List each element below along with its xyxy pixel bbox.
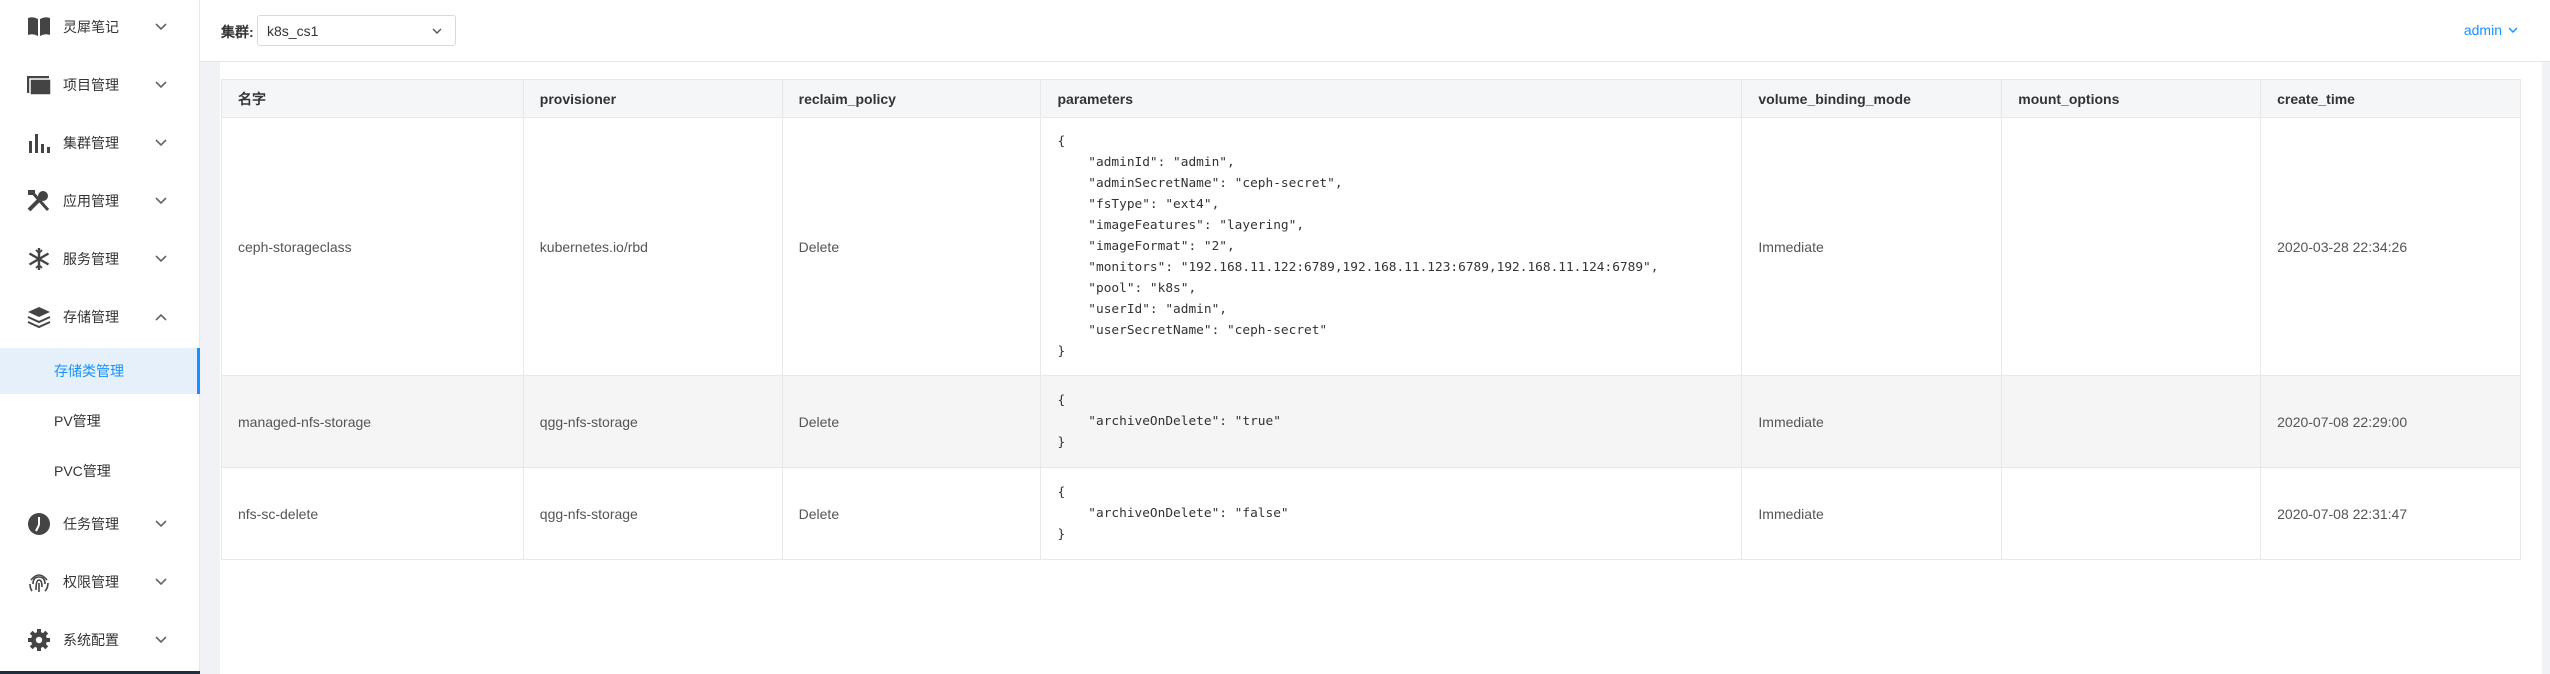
sidebar: 灵犀笔记 项目管理 集群管理 应用管理 服务管理 存储管理 存储类管理 PV管理… — [0, 0, 200, 674]
book-icon — [25, 13, 53, 41]
sidebar-item-projects[interactable]: 项目管理 — [0, 62, 200, 108]
sidebar-item-apps[interactable]: 应用管理 — [0, 178, 200, 224]
sidebar-subitem-label: 存储类管理 — [54, 363, 124, 379]
chevron-down-icon — [154, 78, 168, 92]
bar-chart-icon — [25, 129, 53, 157]
cell-mount-options — [2001, 117, 2262, 376]
chevron-up-icon — [154, 310, 168, 324]
cell-name: managed-nfs-storage — [221, 375, 524, 468]
sidebar-item-permissions[interactable]: 权限管理 — [0, 559, 200, 605]
sidebar-item-label: 服务管理 — [63, 251, 119, 267]
cell-parameters: { "adminId": "admin", "adminSecretName":… — [1040, 117, 1743, 376]
cell-create-time: 2020-07-08 22:31:47 — [2260, 467, 2521, 560]
cell-name: nfs-sc-delete — [221, 467, 524, 560]
chevron-down-icon — [154, 517, 168, 531]
column-header-name: 名字 — [221, 79, 524, 118]
storageclass-table: 名字 provisioner reclaim_policy parameters… — [221, 79, 2521, 560]
sidebar-item-label: 任务管理 — [63, 516, 119, 532]
sidebar-subitem-label: PVC管理 — [54, 463, 111, 479]
column-header-create-time: create_time — [2260, 79, 2521, 118]
sidebar-item-label: 灵犀笔记 — [63, 19, 119, 35]
cell-volume-binding-mode: Immediate — [1741, 467, 2003, 560]
cell-provisioner: qgg-nfs-storage — [522, 467, 783, 560]
sidebar-item-label: 项目管理 — [63, 77, 119, 93]
gear-icon — [25, 626, 53, 654]
cell-parameters: { "archiveOnDelete": "false" } — [1040, 467, 1743, 560]
chevron-down-icon — [154, 575, 168, 589]
user-name: admin — [2463, 22, 2502, 38]
top-header: 集群: k8s_cs1 admin — [200, 0, 2550, 62]
table-header-row: 名字 provisioner reclaim_policy parameters… — [221, 79, 2521, 118]
snowflake-icon — [25, 245, 53, 273]
right-gutter — [2542, 62, 2550, 674]
layers-icon — [25, 303, 53, 331]
cell-create-time: 2020-07-08 22:29:00 — [2260, 375, 2521, 468]
column-header-volume-binding-mode: volume_binding_mode — [1741, 79, 2003, 118]
sidebar-item-tasks[interactable]: 任务管理 — [0, 501, 200, 547]
cell-mount-options — [2001, 467, 2262, 560]
sidebar-subitem-pv[interactable]: PV管理 — [0, 398, 200, 444]
cell-reclaim-policy: Delete — [781, 375, 1042, 468]
sidebar-item-label: 应用管理 — [63, 193, 119, 209]
cell-parameters: { "archiveOnDelete": "true" } — [1040, 375, 1743, 468]
task-icon — [25, 510, 53, 538]
sidebar-item-label: 集群管理 — [63, 135, 119, 151]
cluster-select[interactable]: k8s_cs1 — [257, 15, 456, 46]
cell-volume-binding-mode: Immediate — [1741, 117, 2003, 376]
table-row: managed-nfs-storage qgg-nfs-storage Dele… — [221, 375, 2521, 468]
sidebar-item-clusters[interactable]: 集群管理 — [0, 120, 200, 166]
table-row: nfs-sc-delete qgg-nfs-storage Delete { "… — [221, 467, 2521, 560]
chevron-down-icon — [154, 252, 168, 266]
chevron-down-icon — [431, 25, 443, 37]
cell-provisioner: kubernetes.io/rbd — [522, 117, 783, 376]
column-header-parameters: parameters — [1040, 79, 1743, 118]
user-menu[interactable]: admin — [2464, 22, 2518, 38]
cell-provisioner: qgg-nfs-storage — [522, 375, 783, 468]
sidebar-subitem-storageclass[interactable]: 存储类管理 — [0, 348, 200, 394]
parameters-json: { "archiveOnDelete": "true" } — [1057, 393, 1281, 450]
sidebar-item-services[interactable]: 服务管理 — [0, 236, 200, 282]
column-header-reclaim-policy: reclaim_policy — [781, 79, 1042, 118]
cluster-label: 集群: — [221, 24, 254, 40]
column-header-mount-options: mount_options — [2001, 79, 2262, 118]
sidebar-subitem-label: PV管理 — [54, 413, 101, 429]
sidebar-item-notes[interactable]: 灵犀笔记 — [0, 4, 200, 50]
sidebar-item-label: 系统配置 — [63, 632, 119, 648]
chevron-down-icon — [2508, 25, 2518, 35]
sidebar-item-label: 权限管理 — [63, 574, 119, 590]
cell-reclaim-policy: Delete — [781, 467, 1042, 560]
chevron-down-icon — [154, 136, 168, 150]
fingerprint-icon — [25, 568, 53, 596]
chevron-down-icon — [154, 194, 168, 208]
cell-name: ceph-storageclass — [221, 117, 524, 376]
table-row: ceph-storageclass kubernetes.io/rbd Dele… — [221, 117, 2521, 376]
cell-volume-binding-mode: Immediate — [1741, 375, 2003, 468]
sidebar-item-settings[interactable]: 系统配置 — [0, 617, 200, 663]
sidebar-subitem-pvc[interactable]: PVC管理 — [0, 448, 200, 494]
cluster-select-value: k8s_cs1 — [267, 22, 319, 39]
chevron-down-icon — [154, 633, 168, 647]
cell-create-time: 2020-03-28 22:34:26 — [2260, 117, 2521, 376]
sidebar-item-storage[interactable]: 存储管理 — [0, 294, 200, 340]
sidebar-item-label: 存储管理 — [63, 309, 119, 325]
column-header-provisioner: provisioner — [522, 79, 783, 118]
tools-icon — [25, 187, 53, 215]
main-content: 名字 provisioner reclaim_policy parameters… — [220, 62, 2550, 674]
cell-reclaim-policy: Delete — [781, 117, 1042, 376]
parameters-json: { "adminId": "admin", "adminSecretName":… — [1057, 134, 1659, 359]
folder-icon — [25, 71, 53, 99]
cell-mount-options — [2001, 375, 2262, 468]
chevron-down-icon — [154, 20, 168, 34]
parameters-json: { "archiveOnDelete": "false" } — [1057, 485, 1289, 542]
